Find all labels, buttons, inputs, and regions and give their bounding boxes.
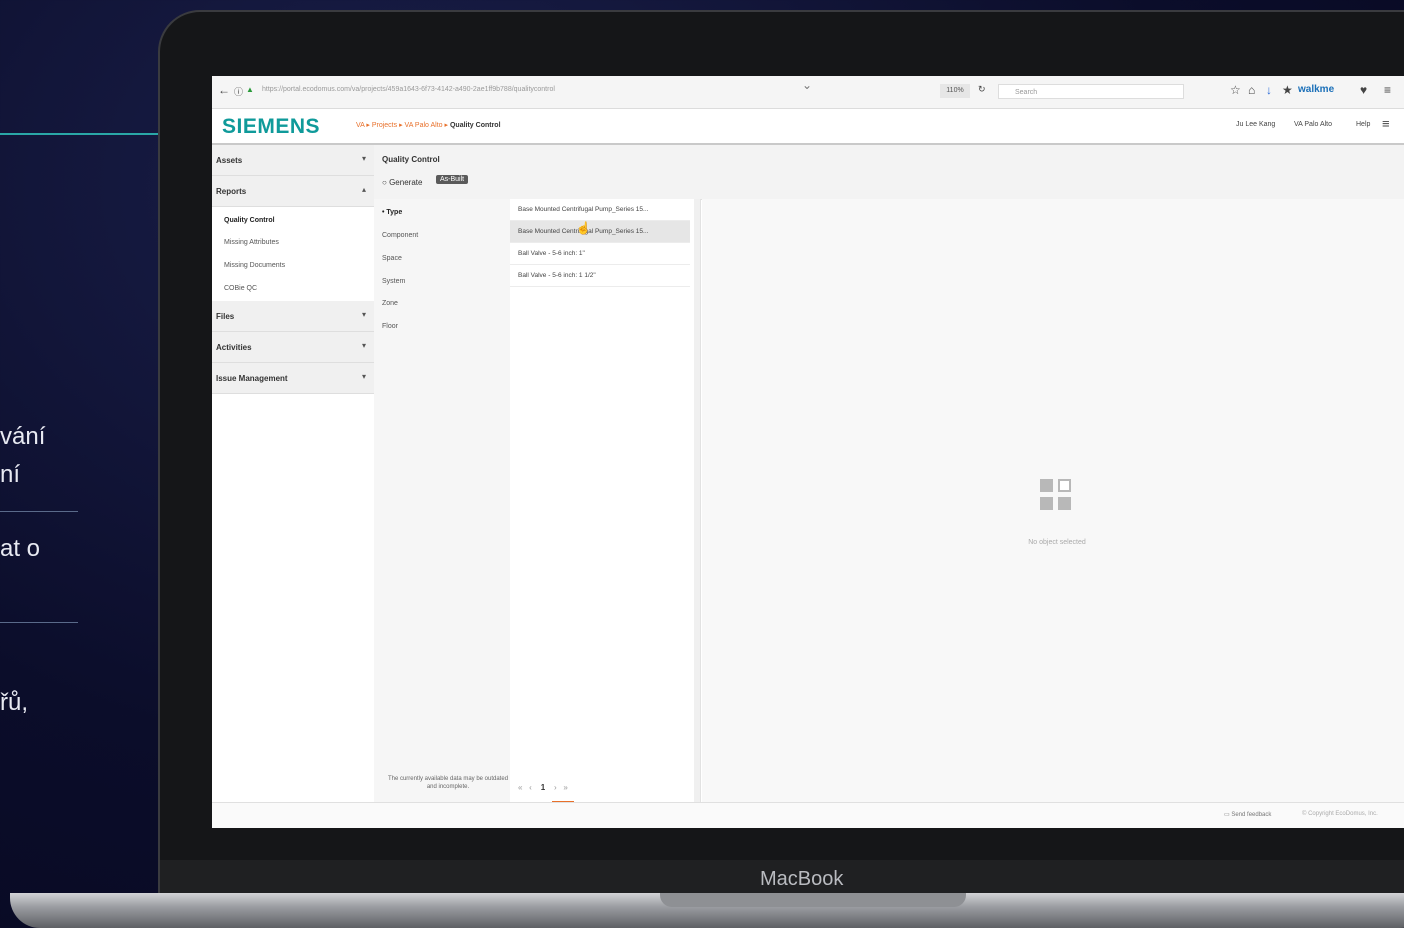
- first-page-button[interactable]: «: [518, 783, 522, 792]
- lock-icon: ▲: [246, 85, 254, 94]
- info-icon[interactable]: ⓘ: [234, 85, 243, 98]
- app-header: SIEMENS VA ▸ Projects ▸ VA Palo Alto ▸ Q…: [212, 109, 1404, 145]
- filter-type[interactable]: • Type: [382, 209, 402, 216]
- home-icon[interactable]: ★: [1282, 83, 1293, 97]
- results-scrollbar[interactable]: [694, 199, 700, 802]
- filter-label: Type: [386, 209, 403, 216]
- copyright: © Copyright EcoDomus, Inc.: [1302, 811, 1378, 817]
- slide-text-3: at o: [0, 535, 41, 562]
- app-screen: ← ⓘ ▲ https://portal.ecodomus.com/va/pro…: [212, 76, 1404, 828]
- browser-toolbar: ← ⓘ ▲ https://portal.ecodomus.com/va/pro…: [212, 76, 1404, 109]
- sidebar-item-cobie-qc[interactable]: COBie QC: [224, 285, 257, 292]
- empty-state-text: No object selected: [1028, 539, 1086, 546]
- feedback-icon: ▭: [1224, 812, 1230, 818]
- detail-panel: No object selected: [702, 199, 1404, 802]
- slide-text-4: řů,: [0, 689, 29, 716]
- filter-zone[interactable]: Zone: [382, 300, 398, 307]
- breadcrumb-project[interactable]: VA Palo Alto: [405, 122, 443, 129]
- browser-search-input[interactable]: Search: [998, 84, 1184, 99]
- chevron-down-icon: ▾: [362, 310, 367, 319]
- sidebar-item-missing-documents[interactable]: Missing Documents: [224, 262, 285, 269]
- refresh-icon: ○: [382, 178, 387, 187]
- sidebar-item-quality-control[interactable]: Quality Control: [224, 217, 275, 224]
- generate-label: Generate: [389, 178, 423, 187]
- search-placeholder: Search: [1015, 89, 1038, 96]
- sidebar-group-label: Issue Management: [216, 374, 288, 383]
- feedback-label: Send feedback: [1231, 812, 1272, 818]
- grid-icon: [1040, 479, 1074, 513]
- slide-accent-line: [0, 133, 160, 135]
- bookmark-star-icon[interactable]: ☆: [1230, 83, 1241, 97]
- page-title: Quality Control: [382, 155, 440, 164]
- current-page[interactable]: 1: [541, 783, 545, 792]
- help-link[interactable]: Help: [1356, 121, 1370, 128]
- chevron-down-icon[interactable]: ⌄: [802, 78, 812, 92]
- pocket-icon[interactable]: ♥: [1360, 83, 1367, 97]
- address-bar[interactable]: https://portal.ecodomus.com/va/projects/…: [262, 86, 555, 93]
- next-page-button[interactable]: ›: [554, 783, 557, 792]
- app-footer: ▭ Send feedback © Copyright EcoDomus, In…: [212, 802, 1404, 828]
- hamburger-icon[interactable]: ≡: [1382, 116, 1390, 131]
- filter-floor[interactable]: Floor: [382, 323, 398, 330]
- slide-text-2: ní: [0, 461, 21, 488]
- filter-component[interactable]: Component: [382, 232, 418, 239]
- chevron-down-icon: ▾: [362, 154, 367, 163]
- reload-icon[interactable]: ↻: [978, 84, 986, 95]
- zoom-level[interactable]: 110%: [940, 84, 970, 98]
- project-menu[interactable]: VA Palo Alto: [1294, 121, 1332, 128]
- generate-button[interactable]: ○ Generate: [382, 178, 422, 187]
- download-icon[interactable]: ↓: [1266, 83, 1272, 97]
- data-notice: The currently available data may be outd…: [387, 776, 509, 790]
- laptop-notch: [660, 893, 966, 907]
- list-item[interactable]: Base Mounted Centrifugal Pump_Series 15.…: [510, 199, 690, 221]
- sidebar-group-label: Files: [216, 312, 235, 321]
- user-menu[interactable]: Ju Lee Kang: [1236, 121, 1275, 128]
- filter-space[interactable]: Space: [382, 255, 402, 262]
- breadcrumb-va[interactable]: VA: [356, 122, 364, 129]
- sidebar-group-reports[interactable]: Reports ▴: [212, 176, 374, 207]
- results-list: Base Mounted Centrifugal Pump_Series 15.…: [510, 199, 701, 804]
- send-feedback-link[interactable]: ▭ Send feedback: [1224, 811, 1271, 818]
- breadcrumb-current: Quality Control: [449, 122, 501, 129]
- list-item[interactable]: Ball Valve - 5-6 inch: 1": [510, 243, 690, 265]
- filter-panel: • Type Component Space System Zone Floor…: [374, 199, 511, 802]
- content-header: Quality Control ○ Generate As-Built: [374, 145, 1404, 200]
- pagination: « ‹ 1 › »: [518, 783, 568, 792]
- sidebar-group-files[interactable]: Files ▾: [212, 301, 374, 332]
- laptop-brand: MacBook: [760, 868, 844, 890]
- slide-text-1: vání: [0, 423, 46, 450]
- sidebar: Assets ▾ Reports ▴ Quality Control Missi…: [212, 145, 375, 802]
- list-item[interactable]: Ball Valve - 5-6 inch: 1 1/2": [510, 265, 690, 287]
- siemens-logo[interactable]: SIEMENS: [222, 115, 320, 139]
- sidebar-group-assets[interactable]: Assets ▾: [212, 145, 374, 176]
- chevron-down-icon: ▾: [362, 341, 367, 350]
- library-icon[interactable]: ⌂: [1248, 83, 1255, 97]
- chevron-up-icon: ▴: [362, 185, 367, 194]
- menu-icon[interactable]: ≡: [1384, 83, 1391, 97]
- filter-system[interactable]: System: [382, 278, 405, 285]
- list-item[interactable]: Base Mounted Centrifugal Pump_Series 15.…: [510, 221, 690, 243]
- breadcrumb: VA ▸ Projects ▸ VA Palo Alto ▸ Quality C…: [356, 122, 501, 129]
- sidebar-group-issue-management[interactable]: Issue Management ▾: [212, 363, 374, 394]
- prev-page-button[interactable]: ‹: [529, 783, 532, 792]
- slide-divider: [0, 622, 78, 623]
- slide-divider: [0, 511, 78, 512]
- sidebar-group-label: Activities: [216, 343, 252, 352]
- back-icon[interactable]: ←: [218, 83, 230, 97]
- chevron-down-icon: ▾: [362, 372, 367, 381]
- as-built-badge[interactable]: As-Built: [436, 175, 469, 184]
- walkme-icon[interactable]: walkme: [1298, 84, 1334, 95]
- mouse-cursor-icon: ☝: [576, 221, 591, 235]
- sidebar-item-missing-attributes[interactable]: Missing Attributes: [224, 239, 279, 246]
- breadcrumb-projects[interactable]: Projects: [372, 122, 397, 129]
- sidebar-group-label: Reports: [216, 187, 247, 196]
- sidebar-group-label: Assets: [216, 156, 243, 165]
- last-page-button[interactable]: »: [563, 783, 567, 792]
- sidebar-group-activities[interactable]: Activities ▾: [212, 332, 374, 363]
